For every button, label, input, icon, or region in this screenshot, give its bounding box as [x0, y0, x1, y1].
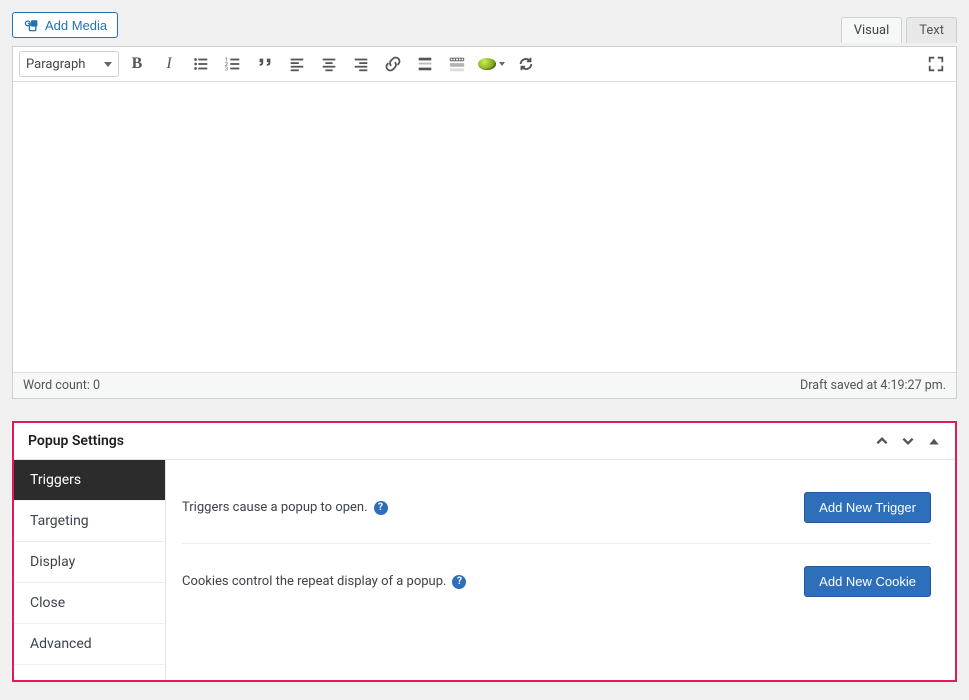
editor-content-area[interactable] — [13, 82, 956, 372]
format-select-label: Paragraph — [26, 57, 85, 72]
bulleted-list-button[interactable] — [187, 51, 215, 77]
format-select[interactable]: Paragraph — [19, 51, 119, 77]
plugin-dropdown-button[interactable] — [475, 51, 508, 77]
sidebar-item-close[interactable]: Close — [14, 583, 165, 624]
bold-button[interactable]: B — [123, 51, 151, 77]
tab-visual[interactable]: Visual — [841, 17, 903, 43]
plugin-icon — [478, 58, 496, 70]
italic-button[interactable]: I — [155, 51, 183, 77]
popup-settings-panel: Popup Settings Triggers Targeting Displa… — [12, 421, 957, 682]
add-new-trigger-button[interactable]: Add New Trigger — [804, 492, 931, 523]
editor-status-bar: Word count: 0 Draft saved at 4:19:27 pm. — [13, 372, 956, 398]
help-icon[interactable]: ? — [452, 575, 466, 589]
toolbar-toggle-button[interactable] — [443, 51, 471, 77]
triggers-description: Triggers cause a popup to open. — [182, 500, 368, 515]
sidebar-item-triggers[interactable]: Triggers — [14, 460, 165, 501]
numbered-list-button[interactable]: 123 — [219, 51, 247, 77]
draft-saved-label: Draft saved at 4:19:27 pm. — [800, 378, 946, 393]
add-new-cookie-button[interactable]: Add New Cookie — [804, 566, 931, 597]
read-more-button[interactable] — [411, 51, 439, 77]
popup-settings-tabs: Triggers Targeting Display Close Advance… — [14, 460, 166, 680]
link-button[interactable] — [379, 51, 407, 77]
align-left-button[interactable] — [283, 51, 311, 77]
editor-toolbar: Paragraph B I 123 — [13, 47, 956, 82]
align-right-button[interactable] — [347, 51, 375, 77]
svg-text:3: 3 — [225, 66, 228, 72]
toggle-panel-button[interactable] — [927, 434, 941, 448]
sidebar-item-targeting[interactable]: Targeting — [14, 501, 165, 542]
refresh-button[interactable] — [512, 51, 540, 77]
align-center-button[interactable] — [315, 51, 343, 77]
blockquote-button[interactable] — [251, 51, 279, 77]
caret-down-icon — [499, 62, 505, 66]
move-down-button[interactable] — [901, 434, 915, 448]
add-media-label: Add Media — [45, 18, 107, 33]
tab-text[interactable]: Text — [906, 17, 957, 43]
popup-settings-title: Popup Settings — [28, 433, 124, 449]
word-count-label: Word count: 0 — [23, 378, 100, 393]
sidebar-item-display[interactable]: Display — [14, 542, 165, 583]
add-media-button[interactable]: Add Media — [12, 12, 118, 38]
cookies-description: Cookies control the repeat display of a … — [182, 574, 446, 589]
editor-panel: Visual Text Paragraph B I 123 — [12, 46, 957, 399]
fullscreen-button[interactable] — [922, 51, 950, 77]
help-icon[interactable]: ? — [374, 501, 388, 515]
move-up-button[interactable] — [875, 434, 889, 448]
media-icon — [23, 17, 39, 33]
sidebar-item-advanced[interactable]: Advanced — [14, 624, 165, 665]
caret-down-icon — [104, 62, 112, 67]
